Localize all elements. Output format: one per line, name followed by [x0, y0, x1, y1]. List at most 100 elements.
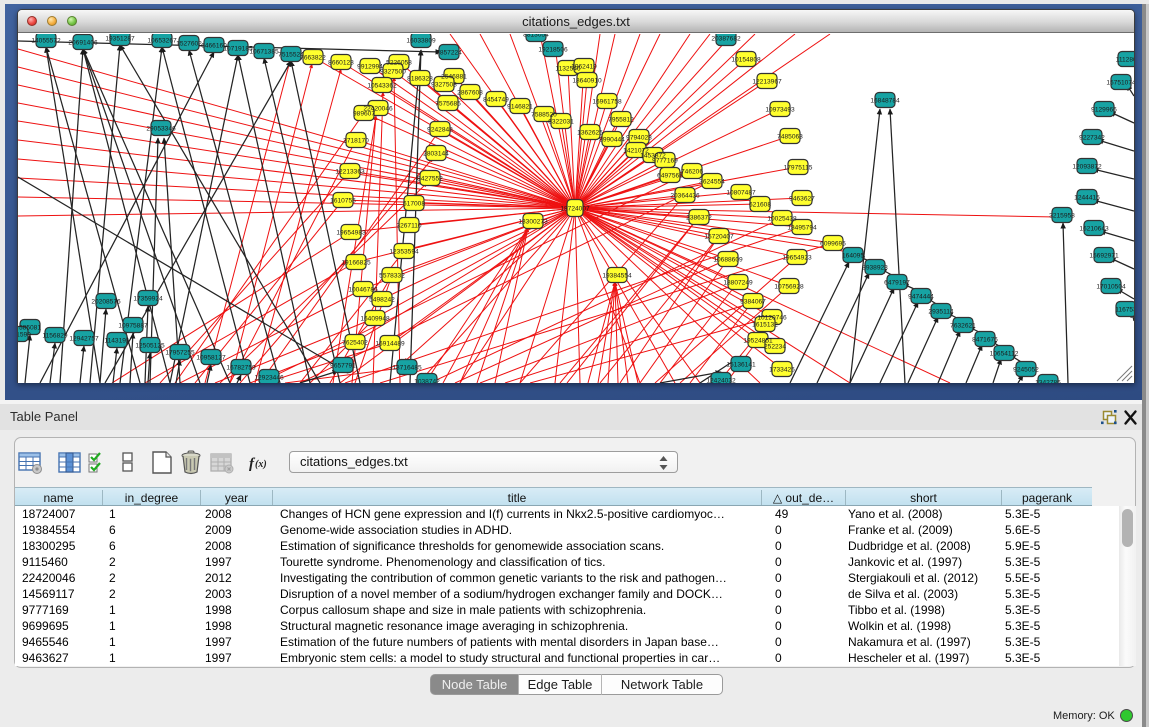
svg-text:13300273: 13300273: [518, 218, 548, 225]
svg-text:1733426: 1733426: [769, 366, 795, 373]
svg-text:16033809: 16033809: [406, 37, 436, 44]
svg-text:17010504: 17010504: [1096, 283, 1126, 290]
svg-text:9777169: 9777169: [652, 157, 678, 164]
svg-text:1143191: 1143191: [104, 337, 130, 344]
svg-text:10154808: 10154808: [731, 56, 761, 63]
svg-text:8186328: 8186328: [407, 75, 433, 82]
svg-text:18640910: 18640910: [572, 77, 602, 84]
svg-text:16961758: 16961758: [592, 98, 622, 105]
svg-text:8938923: 8938923: [862, 264, 888, 271]
svg-text:13495794: 13495794: [787, 224, 817, 231]
svg-text:3267110: 3267110: [396, 222, 422, 229]
svg-text:16409948: 16409948: [360, 315, 390, 322]
svg-text:9146821: 9146821: [507, 103, 533, 110]
svg-text:9657791: 9657791: [330, 362, 356, 369]
svg-text:9245052: 9245052: [1013, 366, 1039, 373]
svg-text:8813054: 8813054: [523, 34, 549, 38]
svg-text:1962419: 1962419: [571, 63, 597, 70]
svg-text:2546881: 2546881: [441, 73, 467, 80]
svg-text:7663822: 7663822: [300, 54, 326, 61]
svg-text:9242848: 9242848: [427, 126, 453, 133]
svg-text:9474444: 9474444: [908, 293, 934, 300]
svg-text:116753: 116753: [1115, 306, 1134, 313]
svg-text:10120746: 10120746: [757, 314, 787, 321]
svg-text:10975887: 10975887: [118, 322, 148, 329]
svg-text:8454749: 8454749: [483, 96, 509, 103]
svg-text:3215958: 3215958: [1049, 212, 1075, 219]
svg-text:9327508: 9327508: [431, 81, 457, 88]
svg-text:16210643: 16210643: [1079, 225, 1109, 232]
svg-text:15751074: 15751074: [1106, 79, 1134, 86]
svg-text:9129966: 9129966: [1091, 106, 1117, 113]
svg-text:8660123: 8660123: [328, 59, 354, 66]
svg-text:15136141: 15136141: [726, 361, 756, 368]
svg-text:2935114: 2935114: [928, 308, 954, 315]
svg-text:9227342: 9227342: [1079, 134, 1105, 141]
svg-text:1244415: 1244415: [1074, 194, 1100, 201]
svg-text:5578332: 5578332: [379, 272, 405, 279]
svg-text:8471676: 8471676: [972, 336, 998, 343]
svg-text:1362625: 1362625: [577, 129, 603, 136]
svg-text:17975115: 17975115: [784, 164, 813, 171]
svg-text:20387682: 20387682: [711, 35, 741, 42]
svg-text:9463627: 9463627: [789, 195, 815, 202]
svg-text:7485063: 7485063: [777, 133, 803, 140]
svg-text:12213967: 12213967: [752, 78, 782, 85]
svg-text:10543362: 10543362: [367, 82, 397, 89]
svg-text:7625402: 7625402: [342, 339, 368, 346]
svg-text:1038742: 1038742: [414, 378, 440, 383]
svg-text:19384554: 19384554: [602, 272, 632, 279]
svg-text:3624554: 3624554: [699, 178, 725, 185]
svg-text:2867608: 2867608: [457, 89, 483, 96]
svg-text:5498242: 5498242: [369, 296, 395, 303]
svg-text:585081: 585081: [19, 324, 41, 331]
svg-text:10046786: 10046786: [348, 286, 378, 293]
svg-text:18807249: 18807249: [723, 279, 753, 286]
svg-text:20364436: 20364436: [670, 192, 700, 199]
svg-text:7857224: 7857224: [436, 49, 462, 56]
svg-text:1615132: 1615132: [752, 321, 778, 328]
svg-text:2386372: 2386372: [686, 214, 712, 221]
svg-text:6479197: 6479197: [884, 279, 910, 286]
svg-text:7575685: 7575685: [435, 100, 461, 107]
svg-text:10688609: 10688609: [713, 256, 743, 263]
svg-text:10653267: 10653267: [147, 37, 177, 44]
svg-text:12942757: 12942757: [69, 335, 99, 342]
svg-text:252234: 252234: [764, 343, 786, 350]
svg-text:17359924: 17359924: [133, 295, 163, 302]
svg-text:8427552: 8427552: [417, 175, 443, 182]
svg-text:4391590: 4391590: [18, 331, 31, 338]
svg-text:1112803: 1112803: [1116, 56, 1134, 63]
svg-text:5226058: 5226058: [386, 59, 412, 66]
svg-text:18724007: 18724007: [560, 205, 590, 212]
svg-text:6322031: 6322031: [548, 118, 574, 125]
svg-text:13716485: 13716485: [392, 364, 422, 371]
svg-text:746206: 746206: [681, 168, 703, 175]
svg-text:19654923: 19654923: [782, 254, 812, 261]
svg-text:16848784: 16848784: [870, 97, 900, 104]
svg-text:19218506: 19218506: [538, 46, 568, 53]
svg-text:989607: 989607: [353, 110, 375, 117]
svg-text:10973493: 10973493: [765, 106, 795, 113]
svg-text:15692971: 15692971: [1089, 252, 1119, 259]
svg-text:12213363: 12213363: [335, 168, 365, 175]
svg-text:12093872: 12093872: [1072, 163, 1102, 170]
svg-text:621608: 621608: [749, 201, 771, 208]
svg-text:20208576: 20208576: [91, 298, 121, 305]
svg-text:10958127: 10958127: [196, 354, 226, 361]
svg-text:9794028: 9794028: [626, 134, 652, 141]
svg-text:16782759: 16782759: [226, 364, 256, 371]
svg-text:7588520: 7588520: [531, 111, 557, 118]
svg-text:2718170: 2718170: [343, 137, 369, 144]
svg-text:9327500: 9327500: [380, 68, 406, 75]
svg-text:10654112: 10654112: [990, 350, 1019, 357]
svg-text:10025438: 10025438: [767, 215, 797, 222]
svg-text:12923446: 12923446: [254, 374, 284, 381]
svg-text:15720407: 15720407: [704, 233, 734, 240]
svg-text:14055572: 14055572: [31, 37, 61, 44]
svg-text:16914489: 16914489: [375, 340, 405, 347]
svg-text:7632621: 7632621: [950, 322, 976, 329]
svg-text:10671385: 10671385: [249, 48, 279, 55]
svg-text:7955812: 7955812: [608, 116, 634, 123]
svg-text:12353594: 12353594: [389, 248, 419, 255]
